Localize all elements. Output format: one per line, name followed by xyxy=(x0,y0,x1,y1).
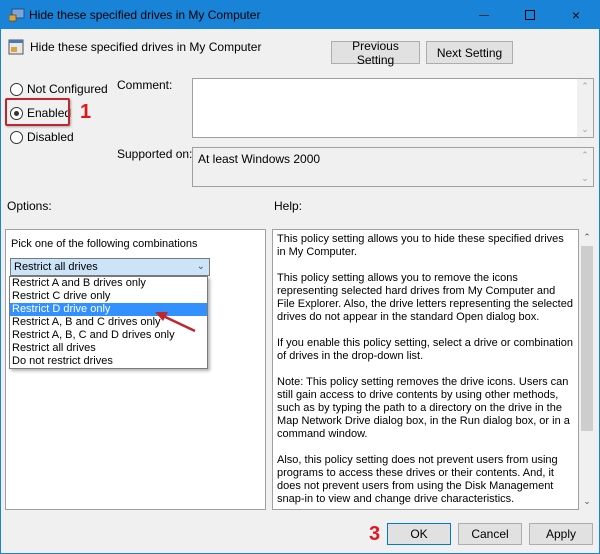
select-value: Restrict all drives xyxy=(14,261,98,273)
radio-circle[interactable] xyxy=(10,130,23,144)
policy-dialog: Hide these specified drives in My Comput… xyxy=(0,0,600,554)
radio-not-configured[interactable]: Not Configured xyxy=(10,82,108,96)
radio-label: Disabled xyxy=(27,130,74,144)
dropdown-option[interactable]: Restrict A and B drives only xyxy=(10,277,207,290)
supported-scrollbar[interactable]: ⌃ ⌄ xyxy=(577,148,593,186)
scroll-thumb[interactable] xyxy=(581,246,593,431)
comment-scrollbar[interactable]: ⌃ ⌄ xyxy=(577,79,593,137)
scroll-up-icon[interactable]: ⌃ xyxy=(577,150,593,161)
red-arrow-icon xyxy=(155,312,196,333)
radio-label: Not Configured xyxy=(27,82,108,96)
help-scrollbar[interactable]: ⌃ ⌄ xyxy=(579,229,595,510)
help-paragraph: If you enable this policy setting, selec… xyxy=(277,337,573,362)
apply-button[interactable]: Apply xyxy=(529,523,593,545)
help-paragraph: Also, this policy setting does not preve… xyxy=(277,454,558,505)
title-bar: Hide these specified drives in My Comput… xyxy=(1,1,599,29)
minimize-button[interactable] xyxy=(461,1,507,29)
cancel-button[interactable]: Cancel xyxy=(458,523,522,545)
help-text: This policy setting allows you to hide t… xyxy=(272,229,579,510)
options-panel: Pick one of the following combinations R… xyxy=(5,229,266,510)
window-title: Hide these specified drives in My Comput… xyxy=(29,8,261,22)
enabled-highlight-annotation xyxy=(5,98,70,126)
close-button[interactable]: × xyxy=(553,1,599,29)
scroll-down-icon[interactable]: ⌄ xyxy=(577,124,593,135)
radio-circle[interactable] xyxy=(10,82,23,96)
policy-setting-icon xyxy=(8,39,24,55)
previous-setting-button[interactable]: Previous Setting xyxy=(331,39,420,67)
options-label: Options: xyxy=(7,199,52,213)
comment-input[interactable]: ⌃ ⌄ xyxy=(192,78,594,138)
dropdown-option[interactable]: Restrict all drives xyxy=(10,342,207,355)
scroll-up-icon[interactable]: ⌃ xyxy=(577,81,593,92)
scroll-down-icon[interactable]: ⌄ xyxy=(577,173,593,184)
close-icon: × xyxy=(571,7,581,23)
supported-on-label: Supported on: xyxy=(117,147,193,161)
maximize-button[interactable] xyxy=(507,1,553,29)
dropdown-option[interactable]: Do not restrict drives xyxy=(10,355,207,368)
next-setting-button[interactable]: Next Setting xyxy=(426,41,513,64)
pick-combination-label: Pick one of the following combinations xyxy=(11,238,198,250)
step-3-annotation: 3 xyxy=(369,523,381,545)
chevron-down-icon: ⌄ xyxy=(196,261,205,272)
help-label: Help: xyxy=(274,199,303,213)
supported-on-field: At least Windows 2000 ⌃ ⌄ xyxy=(192,147,594,187)
help-paragraph: Note: This policy setting removes the dr… xyxy=(277,376,570,440)
scroll-up-icon[interactable]: ⌃ xyxy=(579,232,595,243)
ok-button[interactable]: OK xyxy=(387,523,451,545)
help-panel: This policy setting allows you to hide t… xyxy=(272,229,595,510)
policy-name: Hide these specified drives in My Comput… xyxy=(30,40,262,54)
comment-label: Comment: xyxy=(117,78,173,92)
maximize-icon xyxy=(525,10,535,20)
drive-combination-select[interactable]: Restrict all drives ⌄ xyxy=(10,258,210,276)
supported-on-value: At least Windows 2000 xyxy=(198,152,321,166)
minimize-icon xyxy=(479,14,489,16)
step-1-annotation: 1 xyxy=(80,101,92,123)
help-paragraph: This policy setting allows you to remove… xyxy=(277,272,573,323)
radio-disabled[interactable]: Disabled xyxy=(10,130,74,144)
scroll-down-icon[interactable]: ⌄ xyxy=(579,496,595,507)
help-paragraph: This policy setting allows you to hide t… xyxy=(277,233,564,258)
policy-app-icon xyxy=(9,8,25,22)
